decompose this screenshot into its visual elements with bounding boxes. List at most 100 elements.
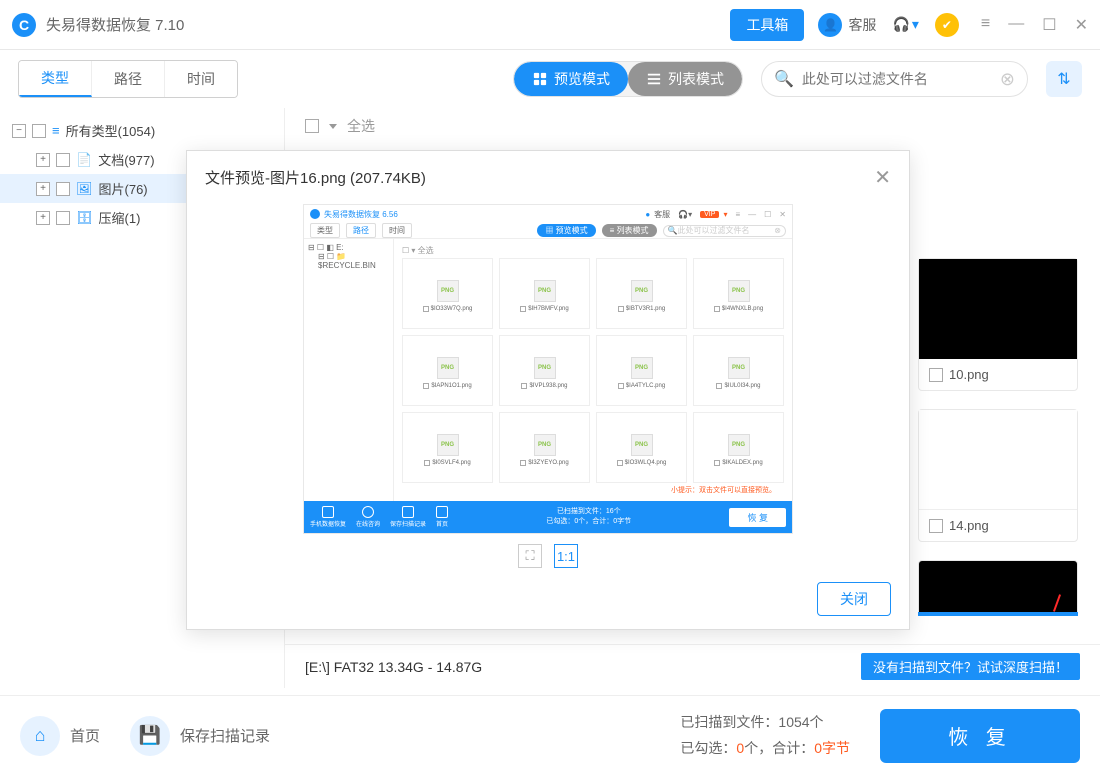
vip-button[interactable]: ✔	[935, 13, 965, 37]
select-all-label: 全选	[347, 116, 375, 136]
expand-icon[interactable]: +	[36, 182, 50, 196]
thumb-label: 14.png	[949, 518, 989, 533]
mini-preview-btn: ▦ 预览模式	[537, 224, 595, 237]
preview-image: 失易得数据恢复 6.56 ● 客服 🎧▾ VIP ▾ ≡ — ☐ ✕ 类型 路径…	[303, 204, 793, 534]
search-box[interactable]: 🔍 ⊗	[761, 61, 1028, 97]
filter-tree-icon: ≡	[52, 123, 60, 138]
grid-icon	[532, 71, 548, 87]
thumbs-partial: 10.png 14.png	[918, 258, 1078, 616]
chevron-down-icon: ▾	[912, 16, 919, 33]
mini-png-icon: PNG	[534, 357, 556, 379]
modal-close-button[interactable]: 关闭	[817, 582, 891, 616]
collapse-icon[interactable]: −	[12, 124, 26, 138]
checkbox[interactable]	[929, 368, 943, 382]
deep-scan-button[interactable]: 没有扫描到文件？试试深度扫描！	[861, 653, 1080, 680]
checkbox[interactable]	[929, 519, 943, 533]
checkbox[interactable]	[56, 153, 70, 167]
mini-footer: 手机数据恢复 在线咨询 保存扫描记录 首页 已扫描到文件：16个 已勾选：0个，…	[304, 501, 792, 533]
mini-png-icon: PNG	[631, 280, 653, 302]
modal-header: 文件预览-图片16.png (207.74KB) ✕	[187, 151, 909, 204]
mini-png-icon: PNG	[437, 280, 459, 302]
mini-kefu-label: 客服	[654, 209, 670, 220]
mini-app: 失易得数据恢复 6.56 ● 客服 🎧▾ VIP ▾ ≡ — ☐ ✕ 类型 路径…	[304, 205, 792, 533]
checkbox[interactable]	[56, 182, 70, 196]
preview-mode-label: 预览模式	[554, 69, 610, 89]
filter-button[interactable]: ⇅	[1046, 61, 1082, 97]
close-icon[interactable]: ✕	[1075, 15, 1088, 35]
thumb-image	[919, 410, 1077, 510]
footer: ⌂ 首页 💾 保存扫描记录 已扫描到文件：1054个 已勾选：0个，合计：0字节…	[0, 695, 1100, 775]
save-icon: 💾	[130, 716, 170, 756]
expand-icon[interactable]: +	[36, 211, 50, 225]
mini-png-icon: PNG	[631, 434, 653, 456]
search-input[interactable]	[802, 71, 1000, 87]
thumb-label: 10.png	[949, 367, 989, 382]
home-button[interactable]: ⌂ 首页	[20, 716, 100, 756]
vip-icon: ✔	[935, 13, 959, 37]
mini-thumb-card: PNG$IH7BMFV.png	[499, 258, 590, 329]
clear-icon[interactable]: ⊗	[1000, 69, 1015, 90]
home-icon: ⌂	[20, 716, 60, 756]
footer-stats: 已扫描到文件：1054个 已勾选：0个，合计：0字节	[680, 710, 850, 760]
thumb-card[interactable]: 10.png	[918, 258, 1078, 391]
mini-thumb-card: PNG$IUL0I34.png	[693, 335, 784, 406]
preview-modal: 文件预览-图片16.png (207.74KB) ✕ 失易得数据恢复 6.56 …	[186, 150, 910, 630]
mini-thumb-card: PNG$IVPL938.png	[499, 335, 590, 406]
tree-doc-label: 文档(977)	[98, 150, 154, 169]
maximize-icon[interactable]: ☐	[1042, 15, 1056, 35]
minimize-icon[interactable]: —	[1008, 15, 1024, 35]
checkbox[interactable]	[32, 124, 46, 138]
list-mode-button[interactable]: 列表模式	[628, 62, 742, 96]
disk-info-text: [E:\] FAT32 13.34G - 14.87G	[305, 659, 482, 675]
preview-tools: ⛶ 1:1	[518, 544, 578, 568]
window-controls: ≡ — ☐ ✕	[981, 15, 1088, 35]
headset-button[interactable]: 🎧 ▾	[892, 16, 918, 33]
actual-size-icon[interactable]: 1:1	[554, 544, 578, 568]
mini-thumb-card: PNG$IBTV3R1.png	[596, 258, 687, 329]
mini-chat-icon	[362, 506, 374, 518]
mini-png-icon: PNG	[631, 357, 653, 379]
mini-vip-badge: VIP	[700, 211, 719, 218]
menu-icon[interactable]: ≡	[981, 15, 990, 35]
mini-tab-time: 时间	[382, 223, 412, 238]
home-label: 首页	[70, 725, 100, 746]
list-icon	[646, 71, 662, 87]
tab-type[interactable]: 类型	[19, 61, 92, 97]
mini-list-btn: ≡ 列表模式	[602, 224, 657, 237]
mini-kefu-icon: ●	[645, 210, 650, 219]
category-tabs: 类型 路径 时间	[18, 60, 238, 98]
expand-icon[interactable]: +	[36, 153, 50, 167]
mini-thumb-card: PNG$I3ZYEYO.png	[499, 412, 590, 483]
thumb-card[interactable]: 14.png	[918, 409, 1078, 542]
tree-zip-label: 压缩(1)	[99, 208, 141, 227]
mini-headset-icon: 🎧▾	[678, 210, 692, 219]
fit-icon[interactable]: ⛶	[518, 544, 542, 568]
modal-close-icon[interactable]: ✕	[874, 165, 891, 190]
tab-time[interactable]: 时间	[165, 61, 237, 97]
mini-search: 🔍 此处可以过滤文件名⊗	[663, 225, 786, 237]
recover-button[interactable]: 恢 复	[880, 709, 1080, 763]
checkbox[interactable]	[56, 211, 70, 225]
stats-scanned-label: 已扫描到文件：	[680, 714, 778, 730]
toolbox-button[interactable]: 工具箱	[730, 9, 804, 41]
stats-selected-label: 已勾选：	[680, 740, 736, 756]
mini-phone-icon	[322, 506, 334, 518]
mini-max-icon: ☐	[764, 210, 771, 219]
preview-mode-button[interactable]: 预览模式	[514, 62, 628, 96]
modal-body: 失易得数据恢复 6.56 ● 客服 🎧▾ VIP ▾ ≡ — ☐ ✕ 类型 路径…	[187, 204, 909, 568]
mini-thumb-card: PNG$IO3WLQ4.png	[596, 412, 687, 483]
dropdown-icon[interactable]	[329, 124, 337, 129]
select-all-row: 全选	[285, 108, 1100, 144]
mini-hint: 小提示：双击文件可以直接预览。	[402, 483, 784, 497]
save-scan-button[interactable]: 💾 保存扫描记录	[130, 716, 270, 756]
document-icon: 📄	[76, 152, 92, 168]
mini-recover-btn: 恢 复	[729, 508, 786, 527]
tree-img-label: 图片(76)	[99, 179, 148, 198]
mini-png-icon: PNG	[437, 434, 459, 456]
select-all-checkbox[interactable]	[305, 119, 319, 133]
tree-all-types[interactable]: − ≡ 所有类型(1054)	[0, 116, 284, 145]
kefu-button[interactable]: 👤 客服	[818, 13, 876, 37]
mini-png-icon: PNG	[728, 434, 750, 456]
mini-select-all: ☐ ▾ 全选	[402, 243, 784, 258]
tab-path[interactable]: 路径	[92, 61, 165, 97]
